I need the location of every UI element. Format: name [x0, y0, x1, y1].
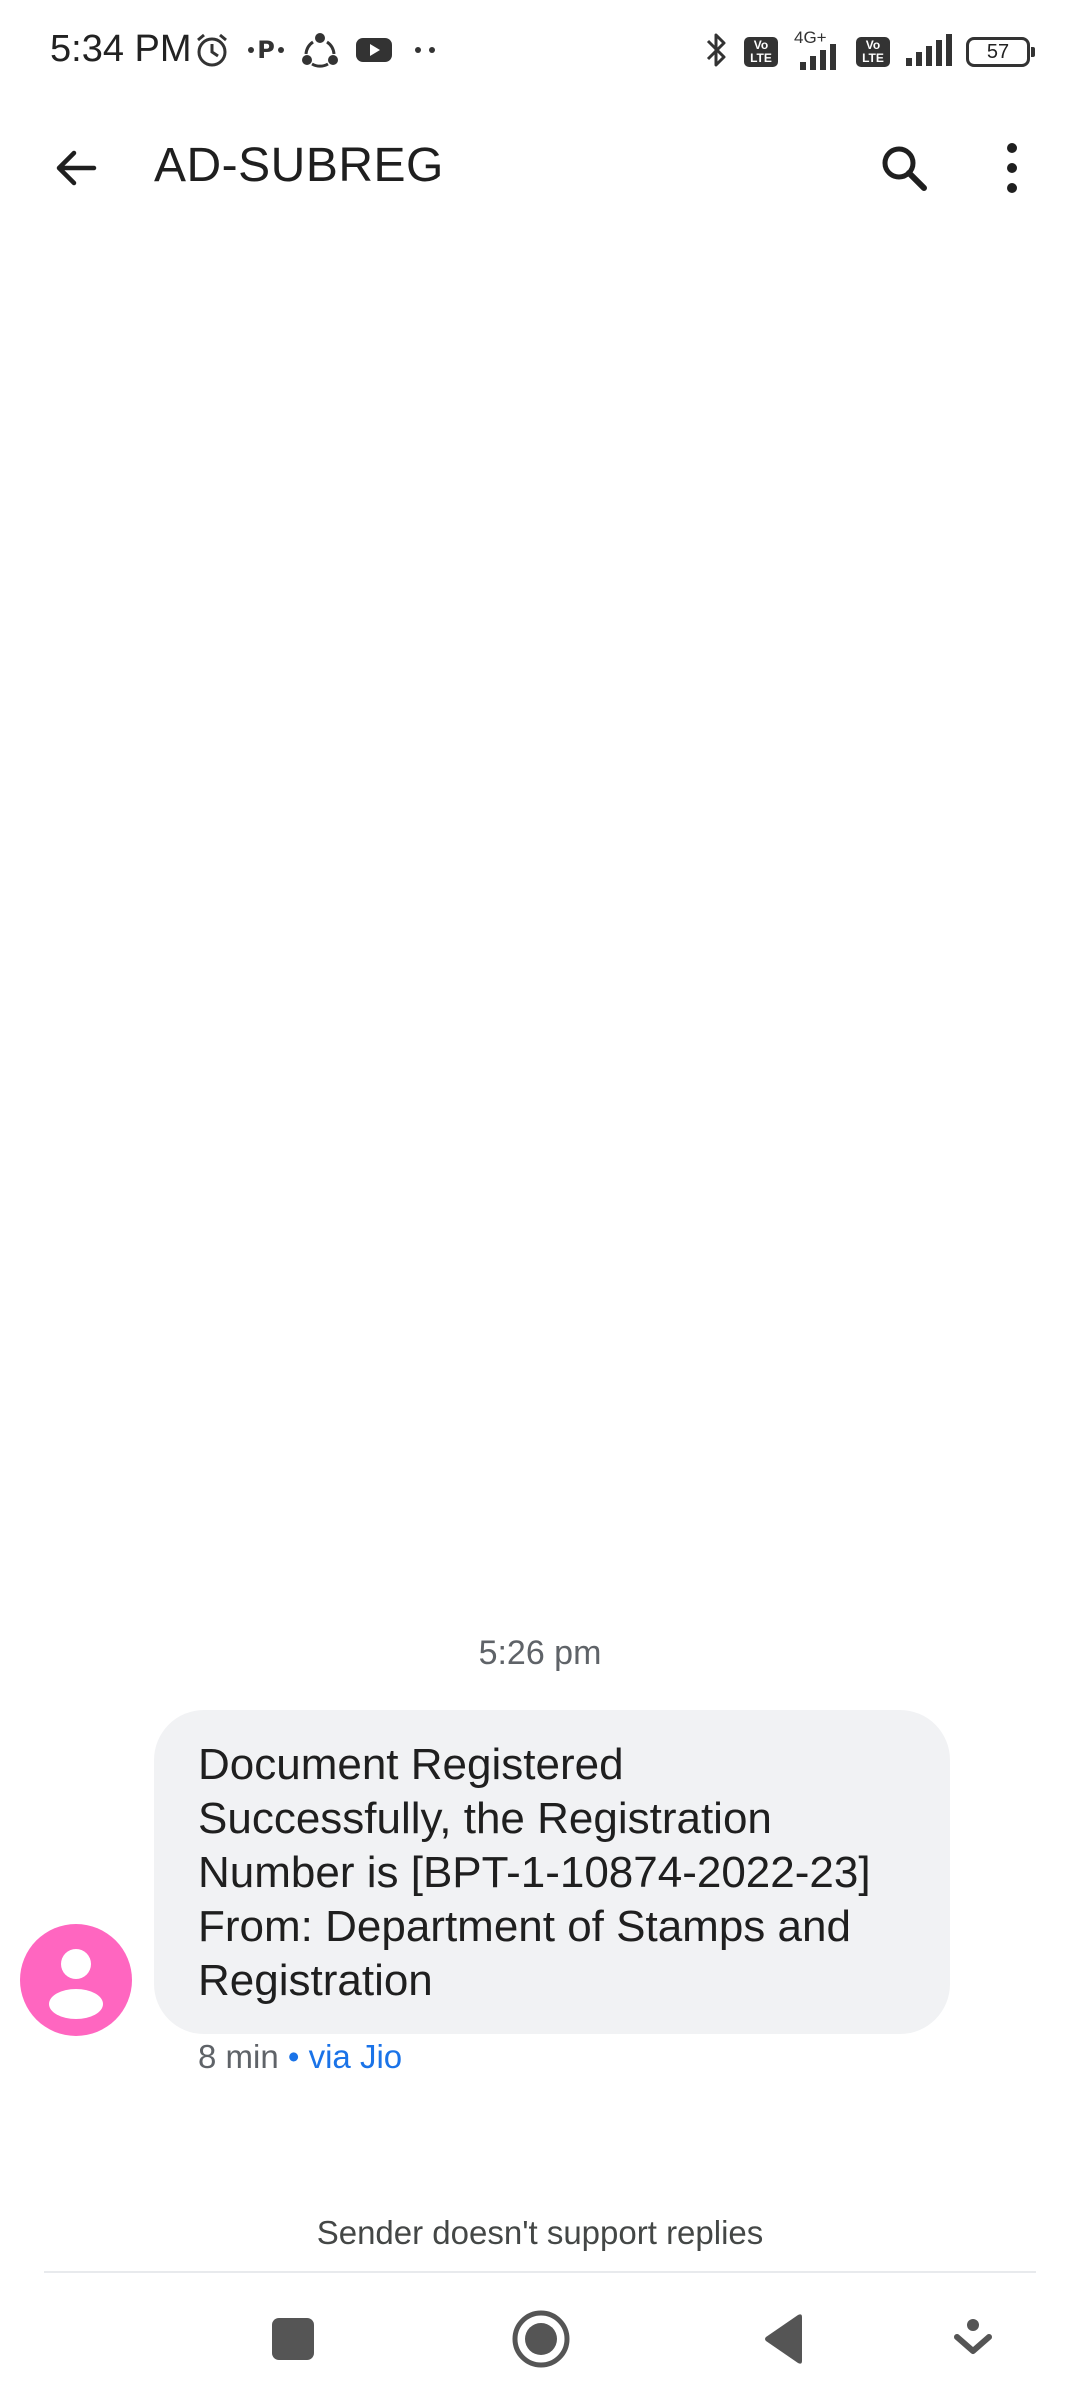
- home-button[interactable]: [496, 2296, 586, 2386]
- recents-square-icon: [270, 2316, 316, 2367]
- status-time: 5:34 PM: [50, 28, 192, 70]
- message-meta: 8 min • via Jio: [198, 2038, 402, 2076]
- avatar[interactable]: [20, 1924, 132, 2036]
- message-via: • via Jio: [287, 2038, 403, 2075]
- home-circle-icon: [511, 2309, 571, 2374]
- volte-icon: Vo LTE: [856, 37, 890, 67]
- back-triangle-icon: [762, 2313, 808, 2370]
- assistant-button[interactable]: [928, 2296, 1018, 2386]
- navigation-bar: [0, 2274, 1080, 2400]
- more-vert-icon: [1002, 140, 1022, 201]
- message-line: Successfully, the Registration: [198, 1794, 772, 1843]
- status-bar: 5:34 PM P Vo LTE 4G+ Vo LTE 57: [0, 0, 1080, 110]
- signal-icon: [904, 30, 952, 75]
- divider: [44, 2271, 1036, 2273]
- message-line: From: Department of Stamps and: [198, 1902, 851, 1951]
- conversation-title: AD-SUBREG: [154, 139, 444, 192]
- alarm-icon: [192, 30, 232, 75]
- message-age: 8 min: [198, 2038, 279, 2075]
- youtube-icon: [354, 30, 394, 75]
- bluetooth-icon: [704, 30, 730, 75]
- battery-icon: 57: [966, 37, 1035, 67]
- message-line: Registration: [198, 1956, 433, 2005]
- search-icon: [877, 141, 931, 200]
- paytm-icon: P: [246, 30, 286, 75]
- signal-icon: 4G+: [792, 28, 842, 74]
- back-nav-button[interactable]: [740, 2296, 830, 2386]
- app-bar: AD-SUBREG: [0, 110, 1080, 222]
- share-icon: [300, 30, 340, 75]
- arrow-back-icon: [50, 142, 102, 199]
- message-bubble[interactable]: Document Registered Successfully, the Re…: [154, 1710, 950, 2034]
- svg-text:P: P: [257, 36, 275, 64]
- back-button[interactable]: [40, 134, 112, 206]
- message-line: Document Registered: [198, 1740, 624, 1789]
- reply-notice: Sender doesn't support replies: [316, 2214, 764, 2251]
- message-line: Number is [BPT-1-10874-2022-23]: [198, 1848, 871, 1897]
- message-timestamp: 5:26 pm: [478, 1634, 602, 1672]
- recents-button[interactable]: [248, 2296, 338, 2386]
- status-icons-right: Vo LTE 4G+ Vo LTE 57: [704, 28, 1035, 76]
- person-icon: [20, 1949, 132, 2036]
- search-button[interactable]: [864, 134, 944, 206]
- status-icons-left: P: [192, 30, 444, 74]
- volte-icon: Vo LTE: [744, 37, 778, 67]
- assistant-down-icon: [953, 2317, 993, 2366]
- more-dots-icon: [408, 30, 444, 75]
- more-options-button[interactable]: [980, 134, 1044, 206]
